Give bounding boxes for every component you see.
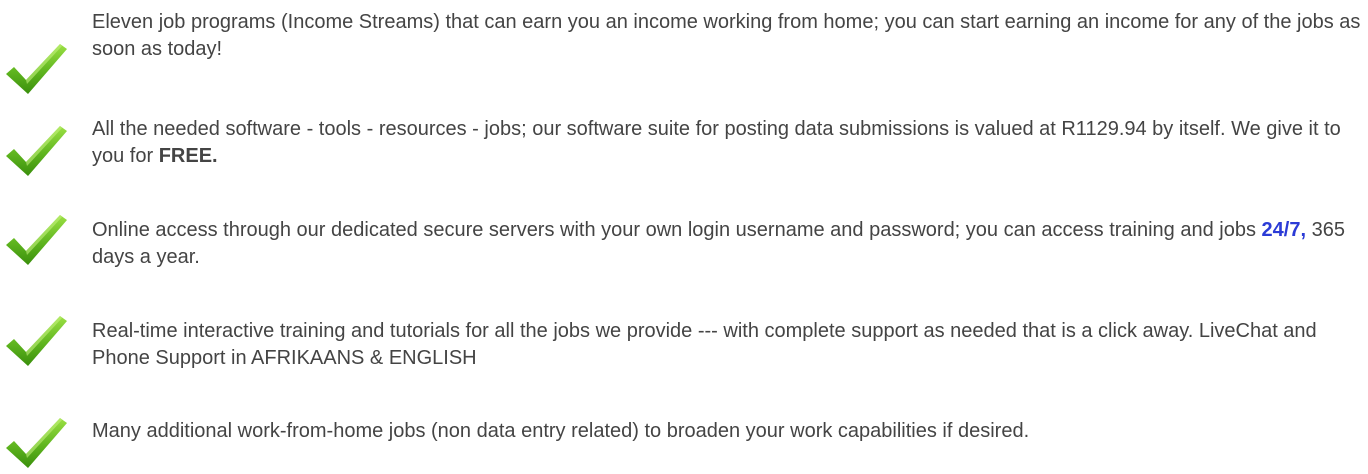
item-4-text: Real-time interactive training and tutor…: [92, 320, 1317, 369]
free-highlight: FREE.: [158, 145, 218, 167]
list-item-3: Online access through our dedicated secu…: [92, 217, 1362, 271]
item-2-text: All the needed software - tools - resour…: [92, 118, 1341, 167]
item-5-text: Many additional work-from-home jobs (non…: [92, 420, 1030, 442]
list-item-1: Eleven job programs (Income Streams) tha…: [92, 9, 1362, 63]
checkmark-icon: [4, 312, 70, 368]
item-3-text: Online access through our dedicated secu…: [92, 219, 1262, 241]
checkmark-icon: [4, 414, 70, 470]
hours-highlight: 24/7,: [1261, 219, 1307, 241]
list-item-4: Real-time interactive training and tutor…: [92, 318, 1362, 372]
list-item-5: Many additional work-from-home jobs (non…: [92, 418, 1362, 445]
item-1-text: Eleven job programs (Income Streams) tha…: [92, 11, 1361, 60]
checkmark-icon: [4, 40, 70, 96]
list-item-2: All the needed software - tools - resour…: [92, 116, 1362, 170]
checkmark-icon: [4, 211, 70, 267]
checkmark-icon: [4, 122, 70, 178]
